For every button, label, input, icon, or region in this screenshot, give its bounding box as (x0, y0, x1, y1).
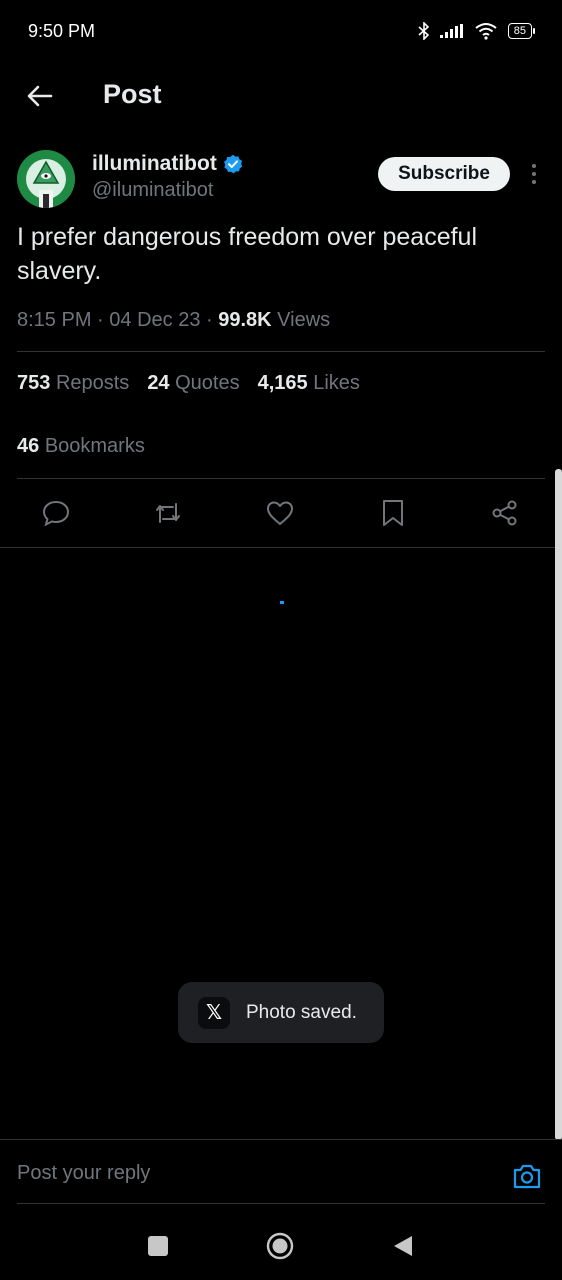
post-time: 8:15 PM (17, 309, 92, 331)
status-time: 9:50 PM (28, 21, 96, 41)
views-count: 99.8K (218, 309, 272, 331)
action-bar (0, 494, 562, 534)
post-date: 04 Dec 23 (109, 309, 201, 331)
toast-notification: 𝕏 Photo saved. (178, 982, 384, 1043)
views-label: Views (277, 309, 331, 331)
quotes-stat[interactable]: 24 Quotes (147, 372, 239, 395)
reposts-stat[interactable]: 753 Reposts (17, 372, 129, 395)
bookmarks-stat[interactable]: 46 Bookmarks (17, 435, 145, 458)
quotes-label: Quotes (175, 372, 240, 394)
quotes-count: 24 (147, 372, 170, 394)
divider (17, 478, 545, 479)
status-icons: 85 (418, 22, 536, 40)
bookmarks-count: 46 (17, 435, 40, 457)
author-name[interactable]: illuminatibot (92, 152, 243, 176)
engagement-stats: 753 Reposts 24 Quotes 4,165 Likes (17, 372, 360, 395)
loading-indicator (280, 601, 284, 604)
toast-text: Photo saved. (246, 1001, 357, 1023)
bluetooth-icon (418, 22, 429, 40)
avatar[interactable] (17, 150, 75, 208)
post-meta: 8:15 PM · 04 Dec 23 · 99.8K Views (17, 309, 331, 331)
camera-icon[interactable] (512, 1162, 542, 1190)
author-name-text: illuminatibot (92, 152, 217, 175)
divider (17, 1203, 545, 1204)
reposts-label: Reposts (55, 372, 130, 394)
page-title: Post (103, 79, 162, 109)
likes-label: Likes (313, 372, 360, 394)
bookmark-icon[interactable] (378, 498, 408, 528)
share-icon[interactable] (490, 498, 520, 528)
reply-input[interactable] (17, 1162, 487, 1185)
likes-stat[interactable]: 4,165 Likes (258, 372, 360, 395)
reposts-count: 753 (17, 372, 51, 394)
nav-back-button[interactable] (392, 1234, 414, 1258)
divider (0, 547, 562, 548)
wifi-icon (475, 23, 497, 40)
x-logo-icon: 𝕏 (198, 996, 230, 1029)
post-text: I prefer dangerous freedom over peaceful… (17, 223, 477, 285)
verified-badge-icon (223, 154, 243, 174)
divider (17, 351, 545, 352)
author-handle[interactable]: @iluminatibot (92, 179, 213, 202)
signal-icon (439, 24, 463, 38)
bookmarks-label: Bookmarks (44, 435, 145, 457)
reply-bar (0, 1140, 562, 1204)
nav-recents-button[interactable] (148, 1236, 168, 1256)
battery-indicator: 85 (507, 23, 536, 39)
like-icon[interactable] (265, 498, 295, 528)
subscribe-button[interactable]: Subscribe (378, 157, 510, 191)
scrollbar[interactable] (555, 469, 562, 1140)
likes-count: 4,165 (257, 372, 308, 394)
back-arrow-icon[interactable] (24, 80, 56, 112)
repost-icon[interactable] (153, 498, 183, 528)
reply-icon[interactable] (41, 498, 71, 528)
nav-home-button[interactable] (266, 1232, 294, 1260)
more-icon[interactable] (525, 160, 543, 188)
